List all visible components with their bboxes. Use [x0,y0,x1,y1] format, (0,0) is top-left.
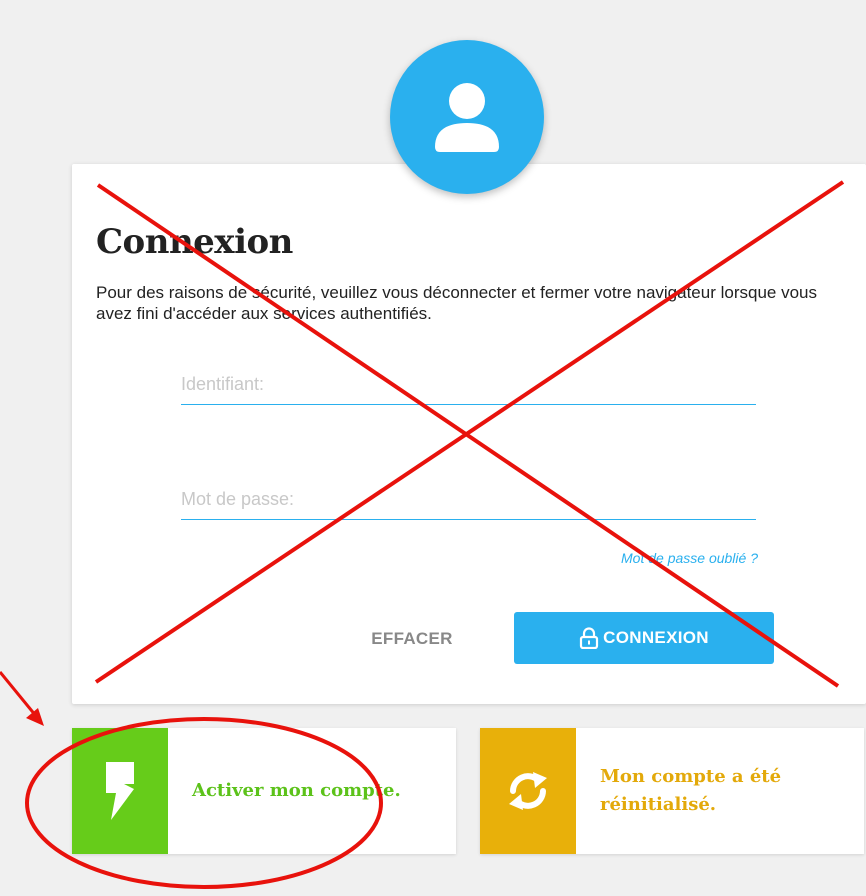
security-notice: Pour des raisons de sécurité, veuillez v… [96,283,817,323]
reset-icon-box [480,728,576,854]
page-title: Connexion [96,222,293,262]
lightning-bolt-icon [106,762,134,820]
account-reset-tile[interactable]: Mon compte a été réinitialisé. [480,728,864,854]
avatar [390,40,544,194]
login-page: Connexion Pour des raisons de sécurité, … [0,0,866,896]
activate-icon-box [72,728,168,854]
password-field[interactable] [181,479,756,520]
clear-button[interactable]: EFFACER [342,624,482,654]
activate-account-label: Activer mon compte. [192,780,401,801]
login-button-label: CONNEXION [603,628,709,647]
user-icon [435,83,499,152]
lock-icon [580,627,599,649]
annotation-arrow [0,671,38,717]
refresh-icon [509,772,547,810]
account-reset-label: Mon compte a été réinitialisé. [600,766,782,815]
password-input[interactable] [181,479,756,519]
username-input[interactable] [181,364,756,404]
username-field[interactable] [181,364,756,405]
activate-account-tile[interactable]: Activer mon compte. [72,728,456,854]
forgot-password-link[interactable]: Mot de passe oublié ? [560,550,758,566]
annotation-arrow-head [26,708,44,726]
login-button[interactable]: CONNEXION [514,612,774,664]
